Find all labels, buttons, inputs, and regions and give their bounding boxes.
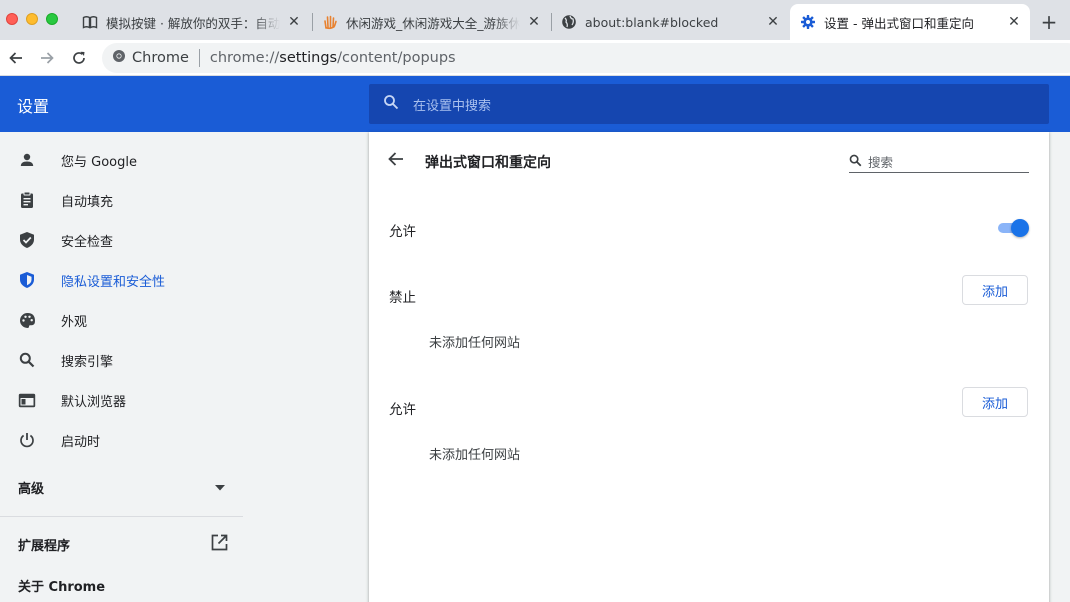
site-search-input[interactable]: 搜索 xyxy=(849,150,1029,173)
sidebar-item-extensions[interactable]: 扩展程序 xyxy=(18,534,228,555)
browser-toolbar: Chrome chrome://settings/content/popups xyxy=(0,40,1070,76)
reload-icon[interactable] xyxy=(67,46,91,70)
search-icon xyxy=(849,152,862,171)
sidebar-item-appearance[interactable]: 外观 xyxy=(0,300,243,340)
add-blocked-site-button[interactable]: 添加 xyxy=(962,275,1028,305)
sidebar-item-privacy-security[interactable]: 隐私设置和安全性 xyxy=(0,260,243,300)
privacy-shield-icon xyxy=(18,271,36,289)
advanced-label: 高级 xyxy=(18,482,45,497)
clipboard-icon xyxy=(18,191,36,209)
page-title: 弹出式窗口和重定向 xyxy=(425,155,551,171)
allowed-heading: 允许 xyxy=(389,402,416,418)
sidebar-divider xyxy=(0,516,243,517)
sidebar-item-label: 您与 Google xyxy=(61,154,137,170)
back-arrow-icon[interactable] xyxy=(387,150,407,170)
tab-3-active[interactable]: 设置 - 弹出式窗口和重定向 ✕ xyxy=(790,4,1030,40)
settings-header: 设置 在设置中搜索 xyxy=(0,76,1070,132)
url-text: chrome://settings/content/popups xyxy=(209,50,456,66)
site-chip: Chrome xyxy=(132,50,189,66)
sidebar-item-about-chrome[interactable]: 关于 Chrome xyxy=(18,576,105,595)
sidebar-item-default-browser[interactable]: 默认浏览器 xyxy=(0,380,243,420)
new-tab-plus-icon[interactable]: + xyxy=(1038,11,1060,33)
globe-icon xyxy=(561,14,577,30)
settings-sidebar: 您与 Google 自动填充 安全检查 隐私设置和安全性 外观 搜索引擎 默认浏… xyxy=(0,132,243,602)
toggle-knob xyxy=(1011,219,1029,237)
sidebar-item-label: 安全检查 xyxy=(61,234,114,250)
search-placeholder: 搜索 xyxy=(868,154,894,170)
allow-popups-toggle[interactable] xyxy=(998,219,1029,237)
advanced-section-toggle[interactable]: 高级 xyxy=(18,478,225,497)
tab-title: 休闲游戏_休闲游戏大全_游族休闲 xyxy=(346,15,520,31)
sidebar-item-search-engine[interactable]: 搜索引擎 xyxy=(0,340,243,380)
open-external-icon xyxy=(211,534,228,555)
sidebar-item-label: 搜索引擎 xyxy=(61,354,114,370)
chrome-logo-icon xyxy=(112,49,126,67)
allow-toggle-label: 允许 xyxy=(389,224,416,240)
allowed-empty-message: 未添加任何网站 xyxy=(429,448,521,463)
palette-icon xyxy=(18,311,36,329)
sidebar-item-autofill[interactable]: 自动填充 xyxy=(0,180,243,220)
search-placeholder: 在设置中搜索 xyxy=(413,98,492,114)
power-icon xyxy=(18,431,36,449)
tab-title: about:blank#blocked xyxy=(585,14,719,30)
tab-strip: 模拟按键 · 解放你的双手：自动化 ✕ 休闲游戏_休闲游戏大全_游族休闲 ✕ a… xyxy=(0,0,1070,40)
sidebar-item-label: 隐私设置和安全性 xyxy=(61,274,166,290)
hand-icon xyxy=(322,14,338,30)
tab-title: 设置 - 弹出式窗口和重定向 xyxy=(824,15,974,31)
blocked-heading: 禁止 xyxy=(389,290,416,306)
window-zoom-button[interactable] xyxy=(46,13,58,25)
tab-1[interactable]: 休闲游戏_休闲游戏大全_游族休闲 ✕ xyxy=(312,4,550,40)
sidebar-item-safety-check[interactable]: 安全检查 xyxy=(0,220,243,260)
sidebar-item-label: 默认浏览器 xyxy=(61,394,127,410)
close-icon[interactable]: ✕ xyxy=(1006,14,1022,30)
book-icon xyxy=(82,14,98,30)
search-icon xyxy=(383,94,399,114)
close-icon[interactable]: ✕ xyxy=(765,14,781,30)
add-allowed-site-button[interactable]: 添加 xyxy=(962,387,1028,417)
sidebar-item-on-startup[interactable]: 启动时 xyxy=(0,420,243,460)
forward-arrow-icon[interactable] xyxy=(35,46,59,70)
address-bar[interactable]: Chrome chrome://settings/content/popups xyxy=(102,43,1070,73)
sidebar-item-you-and-google[interactable]: 您与 Google xyxy=(0,140,243,180)
caret-down-icon xyxy=(215,480,225,495)
settings-title: 设置 xyxy=(17,97,50,116)
shield-check-icon xyxy=(18,231,36,249)
window-close-button[interactable] xyxy=(6,13,18,25)
tab-0[interactable]: 模拟按键 · 解放你的双手：自动化 ✕ xyxy=(72,4,310,40)
window-minimize-button[interactable] xyxy=(26,13,38,25)
tab-title: 模拟按键 · 解放你的双手：自动化 xyxy=(106,15,280,31)
tab-2[interactable]: about:blank#blocked ✕ xyxy=(551,4,789,40)
close-icon[interactable]: ✕ xyxy=(286,14,302,30)
settings-search-input[interactable]: 在设置中搜索 xyxy=(369,84,1049,124)
blocked-empty-message: 未添加任何网站 xyxy=(429,336,521,351)
extensions-label: 扩展程序 xyxy=(18,539,71,554)
sidebar-item-label: 自动填充 xyxy=(61,194,114,210)
omnibox-divider xyxy=(198,49,200,67)
close-icon[interactable]: ✕ xyxy=(526,14,542,30)
browser-icon xyxy=(18,391,36,409)
popups-settings-card: 弹出式窗口和重定向 搜索 允许 禁止 添加 未添加任何网站 允许 添加 未添加任… xyxy=(369,132,1049,602)
person-icon xyxy=(18,151,36,169)
search-icon xyxy=(18,351,36,369)
back-arrow-icon[interactable] xyxy=(4,46,28,70)
sidebar-item-label: 启动时 xyxy=(61,434,101,450)
gear-icon xyxy=(800,14,816,30)
sidebar-item-label: 外观 xyxy=(61,314,88,330)
